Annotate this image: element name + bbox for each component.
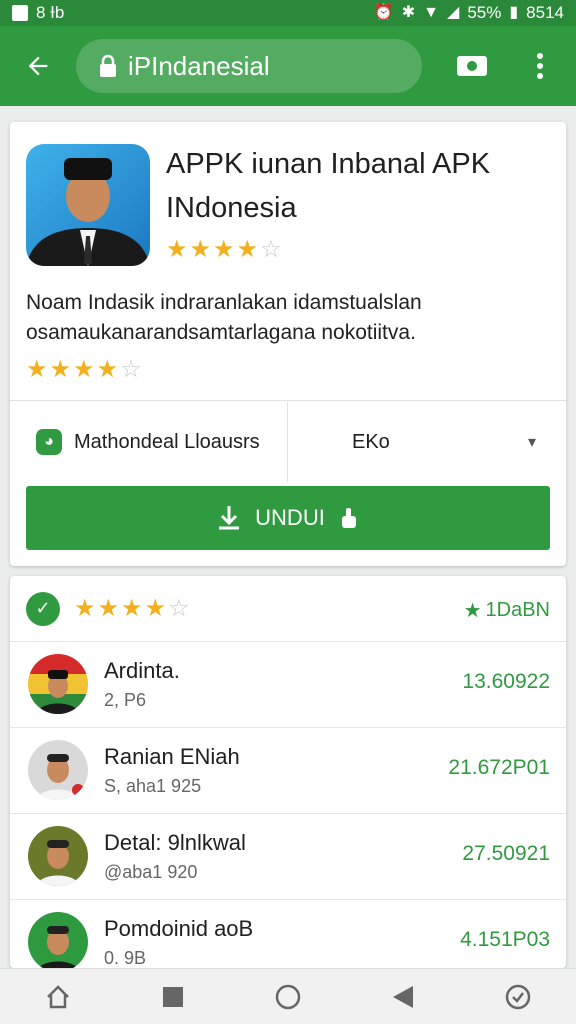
url-text: iPIndanesial [128,50,270,81]
star-empty-icon: ☆ [260,236,282,263]
select-value: EKo [352,430,390,453]
circle-nav-button[interactable] [258,969,318,1024]
star-icon: ★ [97,594,120,622]
back-nav-button[interactable] [373,969,433,1024]
assistant-nav-button[interactable] [488,969,548,1024]
back-button[interactable] [0,26,76,106]
header-count: ★ 1DaBN [464,598,550,623]
source-logo-icon: ◕ [36,429,62,455]
star-icon: ★ [49,356,72,383]
url-bar[interactable]: iPIndanesial [76,39,422,93]
star-icon: ★ [73,356,95,383]
battery-percent: 55% [467,3,502,22]
more-vert-icon [537,53,543,79]
list-header: ✓ ★ ★ ★ ★ ☆ ★ 1DaBN [10,576,566,642]
home-icon [46,984,69,1008]
avatar [28,654,88,714]
ranking-list-card: ✓ ★ ★ ★ ★ ☆ ★ 1DaBN Ardinta. 2, P6 13.60… [10,576,566,972]
battery-icon: ▮ [509,4,519,21]
star-icon: ★ [189,236,212,263]
download-button[interactable]: UNDUI [26,486,550,550]
brand-logo-icon: ✓ [26,591,60,626]
source-label: Mathondeal Lloausrs [74,430,260,453]
row-name: Ardinta. [104,658,180,683]
square-icon [162,986,183,1007]
star-icon: ★ [166,236,188,263]
version-select[interactable]: EKo ▾ [304,402,550,482]
alarm-icon: ⏰ [373,4,394,21]
list-item[interactable]: Detal: 9lnlkwal @aba1 920 27.50921 [10,814,566,900]
avatar [28,740,88,800]
star-icon: ★ [121,594,143,622]
star-icon: ★ [213,236,235,263]
person-portrait-icon [26,158,150,266]
tab-switcher-button[interactable] [452,40,492,92]
triangle-back-icon [393,985,414,1008]
chevron-down-icon: ▾ [527,434,536,451]
star-small-icon: ★ [463,600,482,622]
app-info-card: APPK iunan Inbanal APK INdonesia ★ ★ ★ ★… [10,122,566,566]
divider [10,400,566,401]
signal-icon: ◢ [447,4,460,21]
lock-icon [100,54,116,77]
row-sub: 0. 9B [104,948,147,968]
row-sub: @aba1 920 [104,862,198,882]
row-sub: 2, P6 [104,690,147,710]
source-button[interactable]: ◕ Mathondeal Lloausrs [10,402,288,482]
row-name: Detal: 9lnlkwal [104,830,246,855]
star-empty-icon: ☆ [168,594,190,622]
bluetooth-icon: ✱ [401,4,416,21]
row-name: Ranian ENiah [104,744,240,769]
star-icon: ★ [74,594,96,622]
hand-pointer-icon [341,508,356,528]
star-icon: ★ [26,356,48,383]
tab-switcher-icon [457,56,487,76]
status-time: 8514 [526,3,564,22]
system-nav-bar [0,968,576,1024]
app-rating-stars: ★ ★ ★ ★ ☆ [166,238,282,262]
arrow-left-icon [28,56,48,76]
star-icon: ★ [96,356,119,383]
download-label: UNDUI [255,505,325,530]
home-nav-button[interactable] [28,969,88,1024]
row-value: 4.151P03 [460,928,550,951]
avatar [28,826,88,886]
browser-toolbar: iPIndanesial [0,26,576,106]
list-item[interactable]: Ranian ENiah S, aha1 925 21.672P01 [10,728,566,814]
header-rating-stars: ★ ★ ★ ★ ☆ [74,594,190,622]
download-icon [219,506,240,530]
star-empty-icon: ☆ [120,356,142,383]
app-description: Noam Indasik indraranlakan idamstualslan… [26,291,422,344]
recents-nav-button[interactable] [143,969,203,1024]
wifi-icon: ▼ [423,4,440,21]
more-options-button[interactable] [520,40,560,92]
assistant-icon [506,984,531,1009]
star-icon: ★ [236,236,259,263]
row-sub: S, aha1 925 [104,776,202,796]
description-rating-stars: ★ ★ ★ ★ ☆ [26,358,142,382]
app-icon [26,144,150,266]
app-title: APPK iunan Inbanal APK INdonesia [166,148,491,224]
status-left-text: 8 Ɨb [36,3,65,22]
star-icon: ★ [144,594,167,622]
row-value: 21.672P01 [448,756,550,779]
row-name: Pomdoinid aoB [104,916,254,941]
notification-icon [12,5,28,21]
header-count-text: 1DaBN [485,599,550,621]
status-bar: 8 Ɨb ⏰ ✱ ▼ ◢ 55% ▮ 8514 [0,0,576,26]
circle-icon [275,984,301,1009]
list-item[interactable]: Ardinta. 2, P6 13.60922 [10,642,566,728]
row-value: 13.60922 [462,670,550,693]
row-value: 27.50921 [462,842,550,865]
avatar [28,912,88,972]
